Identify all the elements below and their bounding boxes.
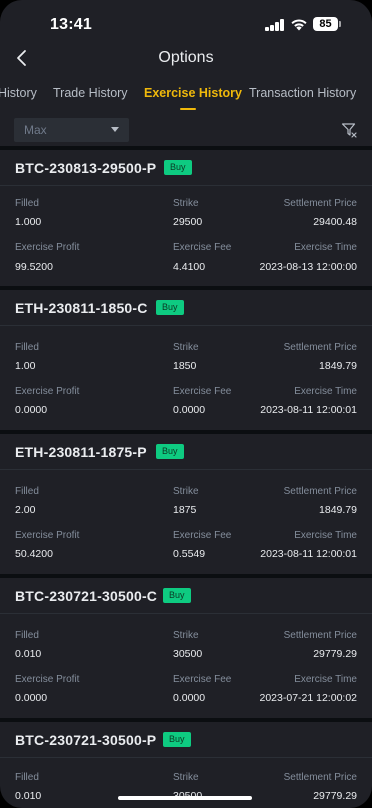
- filter-row: Max: [0, 116, 372, 146]
- exercise-time-value: 2023-08-13 12:00:00: [259, 261, 358, 273]
- settlement-price-label: Settlement Price: [283, 198, 357, 209]
- card-header: BTC-230721-30500-C Buy: [0, 578, 372, 614]
- phone-screen: 13:41 85 Options History Trade History E…: [0, 0, 372, 808]
- settlement-price-value: 29779.29: [313, 790, 357, 802]
- settlement-price-label: Settlement Price: [283, 342, 357, 353]
- side-badge: Buy: [156, 300, 184, 315]
- exercise-profit-value: 50.4200: [15, 548, 53, 560]
- chevron-down-icon: [111, 127, 119, 132]
- filled-value: 0.010: [15, 648, 42, 660]
- cellular-signal-icon: [265, 19, 285, 31]
- tab-transaction-history[interactable]: Transaction History: [249, 86, 356, 100]
- filled-value: 1.00: [15, 360, 36, 372]
- filled-label: Filled: [15, 630, 39, 641]
- contract-symbol: BTC-230813-29500-P: [15, 160, 157, 176]
- exercise-fee-label: Exercise Fee: [173, 530, 232, 541]
- strike-value: 1850: [173, 360, 197, 372]
- exercise-time-value: 2023-08-11 12:00:01: [260, 548, 357, 560]
- strike-label: Strike: [173, 772, 199, 783]
- exercise-profit-label: Exercise Profit: [15, 386, 80, 397]
- contract-symbol: BTC-230721-30500-P: [15, 732, 157, 748]
- page-title: Options: [158, 49, 214, 66]
- strike-label: Strike: [173, 198, 199, 209]
- tab-history[interactable]: History: [0, 86, 37, 100]
- strike-value: 30500: [173, 648, 203, 660]
- exercise-time-label: Exercise Time: [294, 242, 357, 253]
- card-header: ETH-230811-1850-C Buy: [0, 290, 372, 326]
- period-select[interactable]: Max: [14, 118, 129, 142]
- settlement-price-value: 29779.29: [313, 648, 357, 660]
- active-tab-indicator: [180, 108, 196, 110]
- exercise-time-value: 2023-07-21 12:00:02: [259, 692, 358, 704]
- exercise-profit-value: 99.5200: [15, 261, 53, 273]
- filled-value: 2.00: [15, 504, 36, 516]
- settlement-price-label: Settlement Price: [283, 630, 357, 641]
- exercise-profit-value: 0.0000: [15, 404, 48, 416]
- history-tabs: History Trade History Exercise History T…: [0, 80, 372, 110]
- home-indicator[interactable]: [118, 796, 252, 800]
- strike-label: Strike: [173, 342, 199, 353]
- settlement-price-value: 1849.79: [319, 504, 357, 516]
- side-badge: Buy: [163, 588, 191, 603]
- filled-label: Filled: [15, 198, 39, 209]
- wifi-icon: [291, 19, 307, 31]
- exercise-record-card: ETH-230811-1850-C Buy Filled Strike Sett…: [0, 290, 372, 430]
- exercise-record-card: BTC-230813-29500-P Buy Filled Strike Set…: [0, 150, 372, 290]
- settlement-price-value: 29400.48: [313, 216, 357, 228]
- filled-label: Filled: [15, 486, 39, 497]
- filled-value: 1.000: [15, 216, 42, 228]
- period-select-value: Max: [24, 123, 47, 137]
- exercise-time-value: 2023-08-11 12:00:01: [260, 404, 357, 416]
- card-header: BTC-230721-30500-P Buy: [0, 722, 372, 758]
- exercise-profit-label: Exercise Profit: [15, 530, 80, 541]
- contract-symbol: ETH-230811-1850-C: [15, 300, 148, 316]
- filled-value: 0.010: [15, 790, 42, 802]
- settlement-price-label: Settlement Price: [283, 486, 357, 497]
- exercise-fee-value: 4.4100: [173, 261, 206, 273]
- card-header: BTC-230813-29500-P Buy: [0, 150, 372, 186]
- strike-label: Strike: [173, 486, 199, 497]
- strike-label: Strike: [173, 630, 199, 641]
- settlement-price-label: Settlement Price: [283, 772, 357, 783]
- strike-value: 29500: [173, 216, 203, 228]
- exercise-fee-label: Exercise Fee: [173, 242, 232, 253]
- exercise-fee-value: 0.0000: [173, 692, 206, 704]
- exercise-fee-value: 0.5549: [173, 548, 206, 560]
- exercise-fee-label: Exercise Fee: [173, 674, 232, 685]
- exercise-profit-label: Exercise Profit: [15, 242, 80, 253]
- exercise-time-label: Exercise Time: [294, 530, 357, 541]
- battery-cap: [339, 21, 341, 27]
- exercise-fee-label: Exercise Fee: [173, 386, 232, 397]
- settlement-price-value: 1849.79: [319, 360, 357, 372]
- exercise-time-label: Exercise Time: [294, 386, 357, 397]
- exercise-record-card: ETH-230811-1875-P Buy Filled Strike Sett…: [0, 434, 372, 574]
- exercise-fee-value: 0.0000: [173, 404, 206, 416]
- side-badge: Buy: [163, 732, 191, 747]
- exercise-record-card: BTC-230721-30500-C Buy Filled Strike Set…: [0, 578, 372, 718]
- tab-exercise-history[interactable]: Exercise History: [144, 86, 242, 100]
- filter-icon[interactable]: [341, 122, 357, 138]
- side-badge: Buy: [156, 444, 184, 459]
- side-badge: Buy: [164, 160, 192, 175]
- filled-label: Filled: [15, 342, 39, 353]
- exercise-profit-label: Exercise Profit: [15, 674, 80, 685]
- battery-icon: 85: [313, 17, 338, 31]
- exercise-profit-value: 0.0000: [15, 692, 48, 704]
- exercise-time-label: Exercise Time: [294, 674, 357, 685]
- tab-trade-history[interactable]: Trade History: [53, 86, 128, 100]
- strike-value: 1875: [173, 504, 197, 516]
- status-time: 13:41: [50, 16, 92, 33]
- contract-symbol: BTC-230721-30500-C: [15, 588, 158, 604]
- nav-bar: Options: [0, 40, 372, 76]
- contract-symbol: ETH-230811-1875-P: [15, 444, 147, 460]
- filled-label: Filled: [15, 772, 39, 783]
- card-header: ETH-230811-1875-P Buy: [0, 434, 372, 470]
